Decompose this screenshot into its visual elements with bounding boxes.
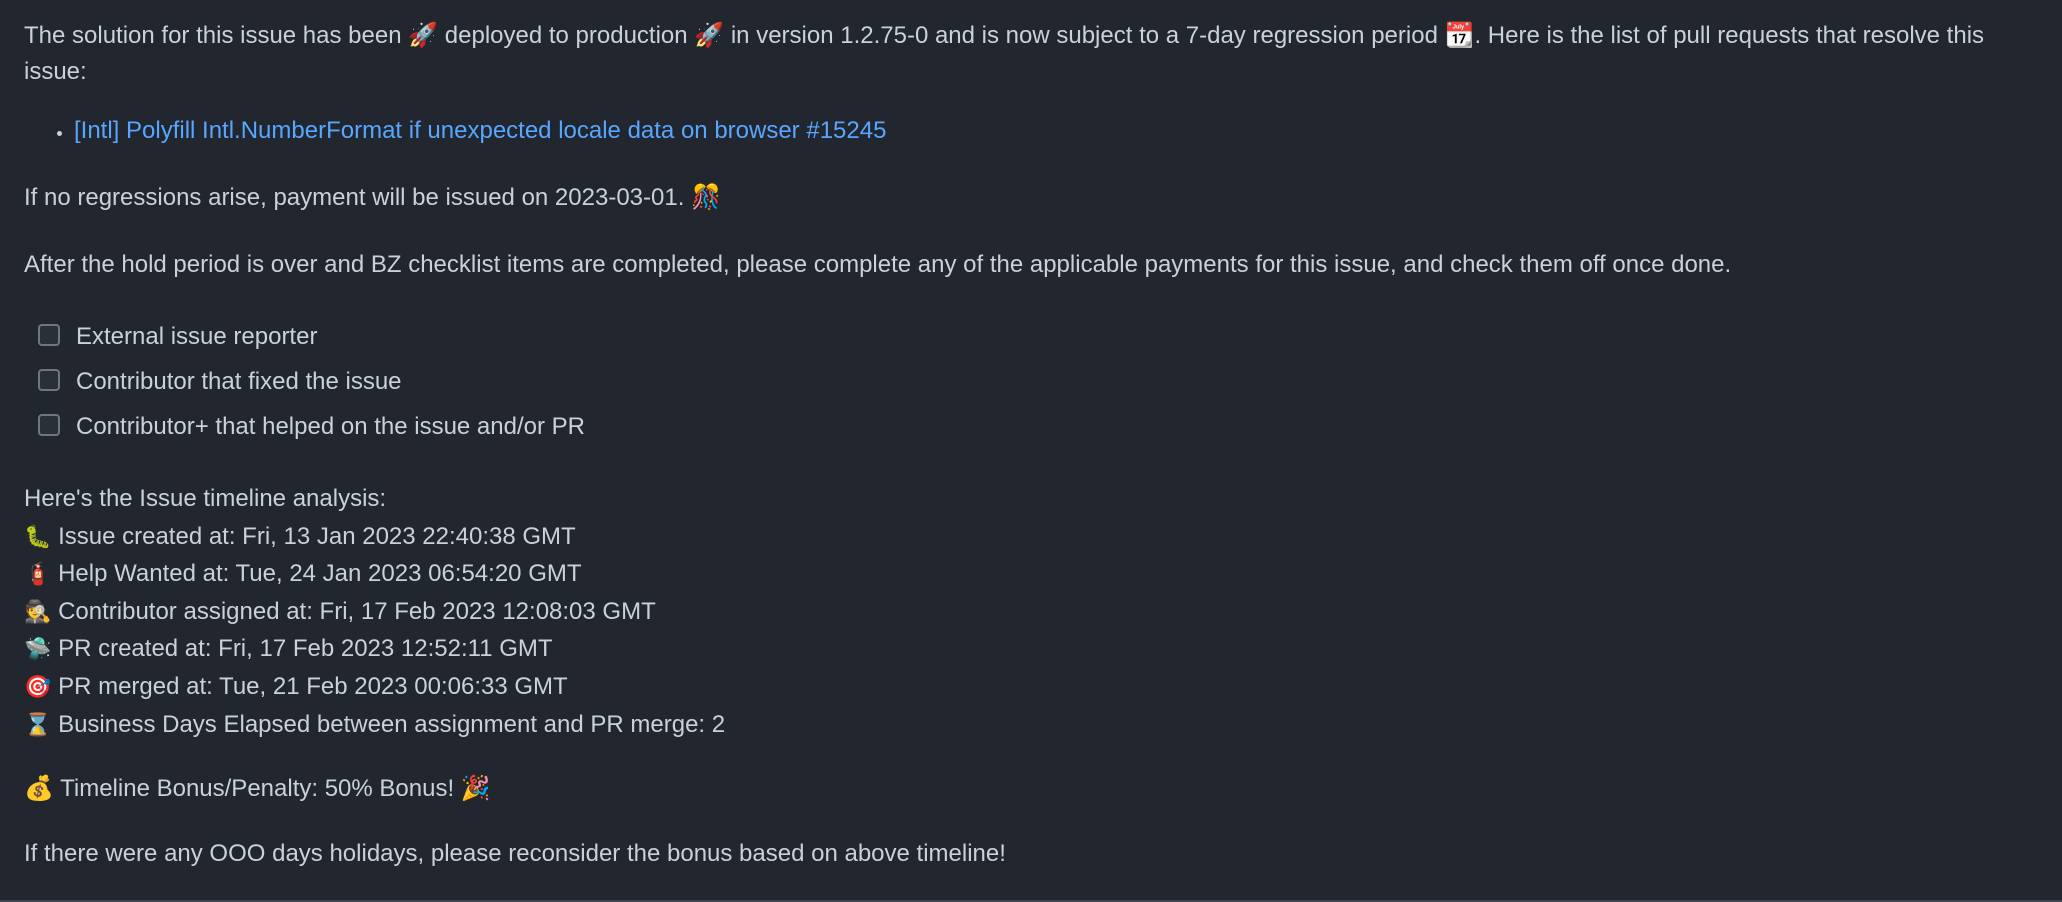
- timeline-business-days: ⌛ Business Days Elapsed between assignme…: [24, 706, 2038, 744]
- pull-request-list: [Intl] Polyfill Intl.NumberFormat if une…: [24, 113, 2038, 149]
- deployment-intro: The solution for this issue has been 🚀 d…: [24, 22, 1985, 85]
- comment-body: The solution for this issue has been 🚀 d…: [0, 0, 2062, 902]
- checklist-label: Contributor+ that helped on the issue an…: [76, 412, 585, 440]
- contributor-plus-checkbox[interactable]: [38, 413, 60, 436]
- timeline-help-wanted: 🧯 Help Wanted at: Tue, 24 Jan 2023 06:54…: [24, 555, 2038, 593]
- checklist-item-contributor: Contributor that fixed the issue: [38, 359, 2038, 404]
- target-icon: 🎯: [24, 674, 52, 700]
- timeline-pr-merged: 🎯 PR merged at: Tue, 21 Feb 2023 00:06:3…: [24, 668, 2038, 706]
- pull-request-item: [Intl] Polyfill Intl.NumberFormat if une…: [74, 113, 2038, 149]
- contributor-checkbox[interactable]: [38, 368, 60, 391]
- checklist-label: Contributor that fixed the issue: [76, 367, 402, 395]
- hourglass-icon: ⌛: [24, 712, 52, 738]
- pull-request-link[interactable]: [Intl] Polyfill Intl.NumberFormat if une…: [74, 117, 886, 144]
- timeline-text: PR created at: Fri, 17 Feb 2023 12:52:11…: [58, 635, 553, 663]
- hold-period-note: After the hold period is over and BZ che…: [24, 251, 1732, 278]
- bug-icon: 🐛: [24, 524, 52, 550]
- timeline-pr-created: 🛸 PR created at: Fri, 17 Feb 2023 12:52:…: [24, 630, 2038, 668]
- external-reporter-checkbox[interactable]: [38, 323, 60, 346]
- timeline-issue-created: 🐛 Issue created at: Fri, 13 Jan 2023 22:…: [24, 518, 2038, 556]
- detective-icon: 🕵: [24, 599, 52, 625]
- timeline-text: PR merged at: Tue, 21 Feb 2023 00:06:33 …: [58, 672, 568, 700]
- timeline-text: Help Wanted at: Tue, 24 Jan 2023 06:54:2…: [58, 560, 582, 588]
- timeline-text: Contributor assigned at: Fri, 17 Feb 202…: [58, 597, 656, 625]
- payment-date-note: If no regressions arise, payment will be…: [24, 184, 721, 211]
- timeline-text: Issue created at: Fri, 13 Jan 2023 22:40…: [58, 522, 576, 550]
- fire-extinguisher-icon: 🧯: [24, 562, 52, 588]
- timeline-analysis: Here's the Issue timeline analysis: 🐛 Is…: [24, 480, 2038, 743]
- checklist-label: External issue reporter: [76, 322, 318, 350]
- checklist-item-external-reporter: External issue reporter: [38, 314, 2038, 359]
- timeline-text: Business Days Elapsed between assignment…: [58, 710, 726, 738]
- ooo-note: If there were any OOO days holidays, ple…: [24, 840, 1006, 868]
- timeline-heading: Here's the Issue timeline analysis:: [24, 485, 387, 512]
- timeline-contributor-assigned: 🕵 Contributor assigned at: Fri, 17 Feb 2…: [24, 593, 2038, 631]
- checklist-item-contributor-plus: Contributor+ that helped on the issue an…: [38, 404, 2038, 449]
- payment-checklist: External issue reporter Contributor that…: [24, 314, 2038, 449]
- flying-saucer-icon: 🛸: [24, 637, 52, 663]
- timeline-bonus: 💰 Timeline Bonus/Penalty: 50% Bonus! 🎉: [24, 775, 491, 803]
